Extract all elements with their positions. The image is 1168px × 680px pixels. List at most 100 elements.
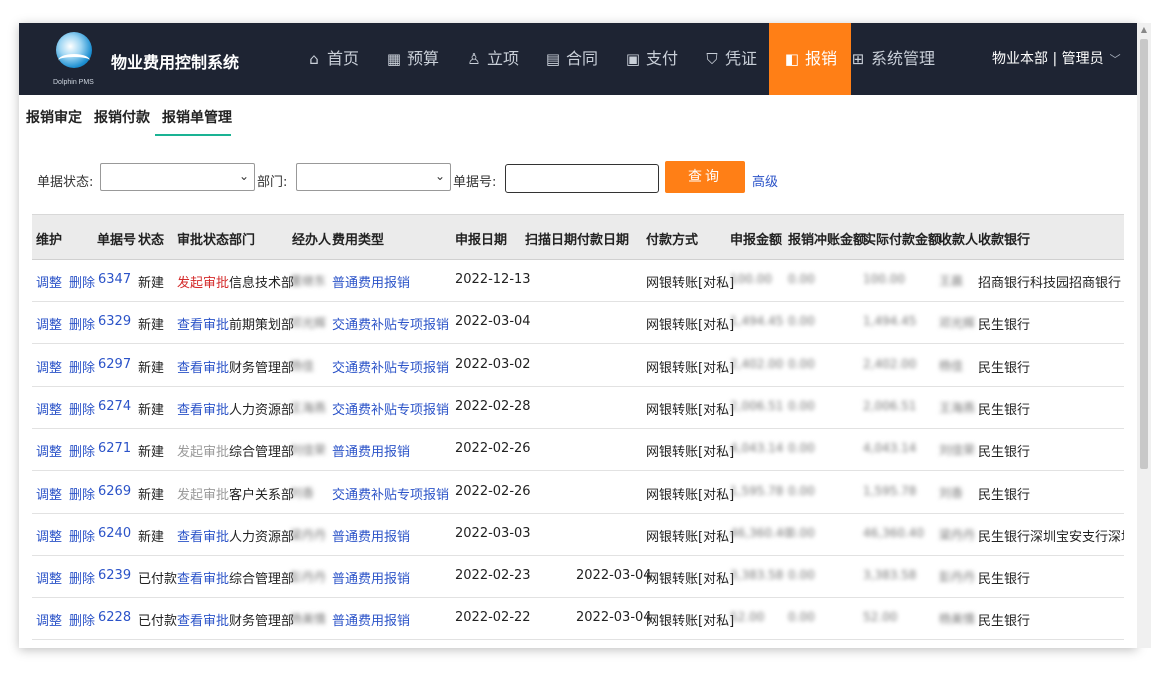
edit-link[interactable]: 调整 xyxy=(36,314,62,333)
handler-text: 王海燕 xyxy=(290,400,327,415)
delete-link[interactable]: 删除 xyxy=(69,314,95,333)
edit-link[interactable]: 调整 xyxy=(36,610,62,629)
nav-project[interactable]: ♙ 立项 xyxy=(465,23,519,95)
nav-voucher[interactable]: ⛉ 凭证 xyxy=(703,23,757,95)
edit-link[interactable]: 调整 xyxy=(36,272,62,291)
edit-link[interactable]: 调整 xyxy=(36,526,62,545)
approval-link[interactable]: 查看审批 xyxy=(177,610,229,629)
query-button[interactable]: 查询 xyxy=(665,161,745,193)
status-text: 新建 xyxy=(138,529,165,545)
doc-number-link[interactable]: 6329 xyxy=(98,314,131,329)
approval-link[interactable]: 查看审批 xyxy=(177,568,229,587)
expense-type-link[interactable]: 交通费补贴专项报销 xyxy=(332,314,449,333)
vertical-scrollbar[interactable]: ▲ xyxy=(1137,23,1151,648)
doc-number-link[interactable]: 6347 xyxy=(98,272,131,287)
advanced-search-link[interactable]: 高级 xyxy=(752,171,778,190)
nav-system-admin[interactable]: ⊞ 系统管理 xyxy=(849,23,935,95)
edit-link[interactable]: 调整 xyxy=(36,399,62,418)
number-search-input[interactable] xyxy=(505,164,659,193)
doc-number-link[interactable]: 6271 xyxy=(98,441,131,456)
table-row[interactable]: 调整 删除 6240 新建 查看审批 人力资源部 梁丹丹 普通费用报销 2022-03-03 网银… xyxy=(32,514,1124,556)
delete-link[interactable]: 删除 xyxy=(69,441,95,460)
tab-reimbursement-payment[interactable]: 报销付款 xyxy=(94,107,150,127)
status-filter-label: 单据状态: xyxy=(37,175,94,190)
table-row[interactable]: 调整 删除 6347 新建 发起审批 信息技术部 董继东 普通费用报销 2022-12-13 网银… xyxy=(32,260,1124,302)
apply-date-text: 2022-02-23 xyxy=(455,568,531,584)
scroll-up-icon[interactable]: ▲ xyxy=(1137,23,1151,37)
table-row[interactable]: 调整 删除 6274 新建 查看审批 人力资源部 王海燕 交通费补贴专项报销 2022-02-2… xyxy=(32,387,1124,429)
table-row[interactable]: 调整 删除 6239 已付款 查看审批 综合管理部 彭丹丹 普通费用报销 2022-02-23 2… xyxy=(32,556,1124,599)
delete-link[interactable]: 删除 xyxy=(69,568,95,587)
approval-link[interactable]: 查看审批 xyxy=(177,357,229,376)
dept-text: 综合管理部 xyxy=(229,572,295,588)
approval-link[interactable]: 查看审批 xyxy=(177,314,229,333)
expense-type-link[interactable]: 普通费用报销 xyxy=(332,272,410,291)
nav-label: 报销 xyxy=(805,49,838,68)
edit-link[interactable]: 调整 xyxy=(36,484,62,503)
dept-filter-label: 部门: xyxy=(257,175,288,190)
dept-text: 信息技术部 xyxy=(229,276,295,291)
status-text: 新建 xyxy=(138,487,165,503)
status-filter-select[interactable]: ⌄ xyxy=(100,163,255,191)
expense-type-link[interactable]: 交通费补贴专项报销 xyxy=(332,399,449,418)
table-row[interactable]: 调整 删除 6269 新建 发起审批 客户关系部 刘香 交通费补贴专项报销 2022-02-26… xyxy=(32,472,1124,514)
expense-type-link[interactable]: 普通费用报销 xyxy=(332,526,410,545)
bank-text: 民生银行 xyxy=(978,445,1031,461)
approval-link[interactable]: 发起审批 xyxy=(177,441,229,460)
table-row[interactable]: 调整 删除 6297 新建 查看审批 财务管理部 杨佳 交通费补贴专项报销 2022-03-02… xyxy=(32,345,1124,387)
edit-link[interactable]: 调整 xyxy=(36,357,62,376)
expense-type-link[interactable]: 普通费用报销 xyxy=(332,441,410,460)
col-doc-no-header: 单据号 xyxy=(97,233,137,248)
expense-type-link[interactable]: 普通费用报销 xyxy=(332,568,410,587)
approval-link[interactable]: 查看审批 xyxy=(177,526,229,545)
edit-link[interactable]: 调整 xyxy=(36,568,62,587)
dolphin-logo[interactable]: Dolphin PMS xyxy=(53,32,95,88)
approval-link[interactable]: 查看审批 xyxy=(177,399,229,418)
delete-link[interactable]: 删除 xyxy=(69,357,95,376)
expense-type-link[interactable]: 普通费用报销 xyxy=(332,610,410,629)
doc-number-link[interactable]: 6239 xyxy=(98,568,131,583)
delete-link[interactable]: 删除 xyxy=(69,526,95,545)
doc-number-link[interactable]: 6228 xyxy=(98,610,131,625)
edit-link[interactable]: 调整 xyxy=(36,441,62,460)
status-text: 新建 xyxy=(138,445,165,461)
dept-filter-select[interactable]: ⌄ xyxy=(296,163,451,191)
bank-text: 招商银行科技园招商银行 xyxy=(978,276,1122,291)
col-handler-header: 经办人 xyxy=(292,233,332,248)
col-scan-date-header: 扫描日期 xyxy=(525,233,578,248)
table-row[interactable]: 调整 删除 6329 新建 查看审批 前期策划部 邓光辉 交通费补贴专项报销 2022-03-0… xyxy=(32,302,1124,345)
tab-reimbursement-management[interactable]: 报销单管理 xyxy=(162,107,232,127)
tab-reimbursement-review[interactable]: 报销审定 xyxy=(26,107,82,127)
delete-link[interactable]: 删除 xyxy=(69,610,95,629)
bank-text: 民生银行 xyxy=(978,572,1031,588)
pay-date-text: 2022-03-04 xyxy=(576,568,652,584)
nav-budget[interactable]: ▦ 预算 xyxy=(385,23,439,95)
doc-number-link[interactable]: 6274 xyxy=(98,399,131,414)
sub-tabs: 报销审定 报销付款 报销单管理 xyxy=(19,95,1137,137)
approval-link[interactable]: 发起审批 xyxy=(177,272,229,291)
user-menu[interactable]: 物业本部 | 管理员 ﹀ xyxy=(992,23,1121,95)
doc-number-link[interactable]: 6297 xyxy=(98,357,131,372)
nav-contract[interactable]: ▤ 合同 xyxy=(544,23,598,95)
expense-type-link[interactable]: 交通费补贴专项报销 xyxy=(332,484,449,503)
approval-link[interactable]: 发起审批 xyxy=(177,484,229,503)
offset-amount-text: 0.00 xyxy=(788,483,815,498)
delete-link[interactable]: 删除 xyxy=(69,272,95,291)
payee-text: 邓光辉 xyxy=(939,316,976,331)
col-payee-header: 收款人 xyxy=(939,233,979,248)
status-text: 新建 xyxy=(138,360,165,376)
delete-link[interactable]: 删除 xyxy=(69,399,95,418)
doc-number-link[interactable]: 6240 xyxy=(98,526,131,541)
scrollbar-thumb[interactable] xyxy=(1140,39,1148,469)
doc-number-link[interactable]: 6269 xyxy=(98,484,131,499)
table-row[interactable]: 调整 删除 6271 新建 发起审批 综合管理部 刘佳荣 普通费用报销 2022-02-26 网银… xyxy=(32,429,1124,472)
offset-amount-text: 0.00 xyxy=(788,356,815,371)
table-header: 维护 单据号 状态 审批状态 部门 经办人 费用类型 申报日期 扫描日期 付款日期 付款方式 申报金额… xyxy=(32,214,1124,260)
nav-reimbursement[interactable]: ◧ 报销 xyxy=(769,23,852,95)
expense-type-link[interactable]: 交通费补贴专项报销 xyxy=(332,357,449,376)
table-row[interactable]: 调整 删除 6228 已付款 查看审批 财务管理部 杨美情 普通费用报销 2022-02-22 2… xyxy=(32,598,1124,641)
nav-payment[interactable]: ▣ 支付 xyxy=(624,23,678,95)
nav-home[interactable]: ⌂ 首页 xyxy=(305,23,359,95)
delete-link[interactable]: 删除 xyxy=(69,484,95,503)
top-navbar: Dolphin PMS 物业费用控制系统 ⌂ 首页 ▦ 预算 ♙ 立项 ▤ 合同 ▣ 支付… xyxy=(19,23,1137,95)
